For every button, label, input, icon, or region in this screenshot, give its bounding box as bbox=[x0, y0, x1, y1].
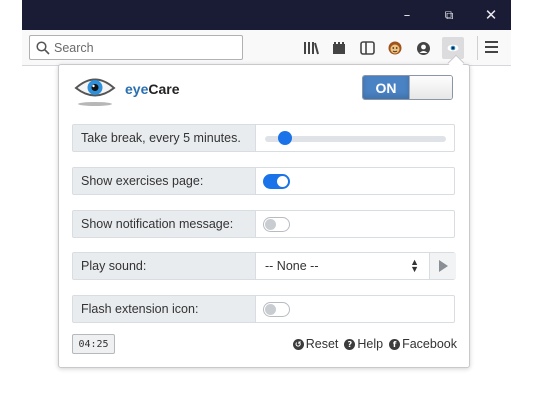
eyecare-popup: eyeCare ON Take break, every 5 minutes. … bbox=[58, 64, 470, 368]
notification-row: Show notification message: bbox=[72, 210, 455, 238]
popup-header: eyeCare ON bbox=[59, 65, 471, 115]
notification-toggle[interactable] bbox=[263, 217, 290, 232]
library-icon[interactable] bbox=[300, 37, 322, 59]
power-on-label: ON bbox=[363, 76, 409, 99]
help-icon: ? bbox=[344, 338, 356, 350]
window-titlebar: – ⧉ ✕ bbox=[22, 0, 511, 30]
help-link[interactable]: ? Help bbox=[344, 337, 383, 351]
search-icon bbox=[36, 40, 50, 55]
close-window-button[interactable]: ✕ bbox=[474, 0, 508, 30]
select-arrows-icon: ▲ ▼ bbox=[410, 257, 419, 274]
flash-icon-row: Flash extension icon: bbox=[72, 295, 455, 323]
break-interval-row: Take break, every 5 minutes. bbox=[72, 124, 455, 152]
play-sound-button[interactable] bbox=[429, 253, 456, 279]
notification-label: Show notification message: bbox=[73, 211, 256, 237]
power-toggle[interactable]: ON bbox=[362, 75, 453, 100]
footer-links: ↺ Reset ? Help f Facebook bbox=[292, 337, 457, 351]
break-interval-slider[interactable] bbox=[257, 125, 454, 151]
break-interval-label: Take break, every 5 minutes. bbox=[73, 125, 256, 151]
menu-icon[interactable] bbox=[484, 38, 500, 56]
monkey-extension-icon[interactable] bbox=[384, 37, 406, 59]
eye-logo-icon bbox=[74, 78, 116, 106]
browser-toolbar bbox=[22, 30, 511, 66]
play-icon bbox=[439, 260, 448, 272]
power-off-side bbox=[409, 76, 452, 99]
facebook-link[interactable]: f Facebook bbox=[389, 337, 457, 351]
facebook-icon: f bbox=[389, 338, 401, 350]
sound-select-value: -- None -- bbox=[265, 259, 319, 273]
search-box[interactable] bbox=[29, 35, 243, 60]
account-icon[interactable] bbox=[412, 37, 434, 59]
slider-track bbox=[265, 136, 446, 142]
flash-icon-toggle[interactable] bbox=[263, 302, 290, 317]
countdown-timer: 04:25 bbox=[72, 334, 115, 354]
sound-select[interactable]: -- None -- ▲ ▼ bbox=[257, 253, 427, 279]
app-title: eyeCare bbox=[125, 81, 180, 97]
search-input[interactable] bbox=[54, 40, 234, 55]
slider-thumb[interactable] bbox=[278, 131, 293, 145]
toolbar-separator bbox=[477, 36, 478, 60]
play-sound-label: Play sound: bbox=[73, 253, 256, 279]
play-sound-row: Play sound: -- None -- ▲ ▼ bbox=[72, 252, 456, 280]
reset-icon: ↺ bbox=[292, 338, 304, 350]
reset-link[interactable]: ↺ Reset bbox=[292, 337, 338, 351]
screenshot-icon[interactable] bbox=[328, 37, 350, 59]
flash-icon-label: Flash extension icon: bbox=[73, 296, 256, 322]
exercises-page-row: Show exercises page: bbox=[72, 167, 455, 195]
sidebar-icon[interactable] bbox=[356, 37, 378, 59]
maximize-button[interactable]: ⧉ bbox=[432, 0, 466, 30]
minimize-button[interactable]: – bbox=[390, 0, 424, 30]
exercises-page-label: Show exercises page: bbox=[73, 168, 256, 194]
exercises-page-toggle[interactable] bbox=[263, 174, 290, 189]
